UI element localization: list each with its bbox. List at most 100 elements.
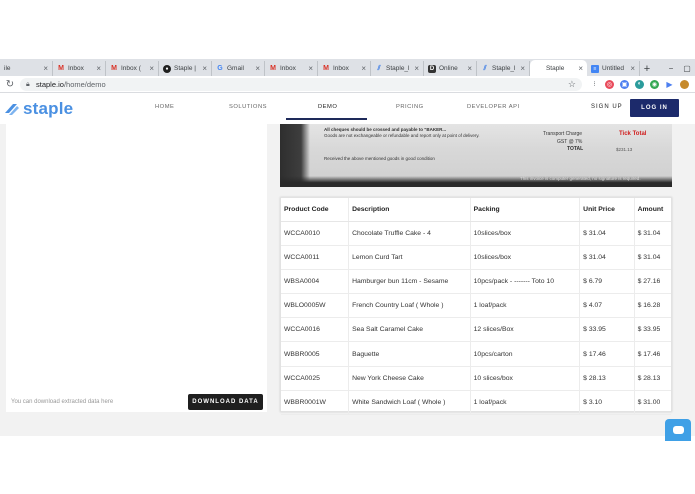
- cell-description[interactable]: White Sandwich Loaf ( Whole ): [348, 390, 471, 416]
- cell-packing[interactable]: 12 slices/Box: [470, 317, 581, 343]
- maximize-icon[interactable]: ▢: [679, 64, 695, 73]
- new-tab-button[interactable]: +: [640, 61, 654, 76]
- cell-description[interactable]: French Country Loaf ( Whole ): [348, 293, 471, 319]
- cell-description[interactable]: Chocolate Truffle Cake - 4: [348, 221, 471, 246]
- bookmark-star-icon[interactable]: ☆: [568, 79, 576, 90]
- browser-tab[interactable]: M Inbox ( ×: [106, 61, 159, 76]
- log-in-button[interactable]: LOG IN: [630, 99, 679, 117]
- cell-product-code[interactable]: WCCA0025: [281, 366, 350, 391]
- cell-unit-price[interactable]: $ 28.13: [579, 366, 635, 391]
- cell-amount[interactable]: $ 31.04: [634, 245, 671, 270]
- cell-description[interactable]: Lemon Curd Tart: [348, 245, 471, 270]
- minimize-icon[interactable]: −: [663, 64, 679, 73]
- doc-line: Goods are not exchangeable or refundable…: [324, 133, 480, 138]
- nav-solutions[interactable]: SOLUTIONS: [229, 104, 267, 110]
- cell-packing[interactable]: 10pcs/pack - ------- Toto 10: [470, 269, 581, 295]
- extension-icon[interactable]: ▣: [620, 79, 629, 89]
- close-tab-icon[interactable]: ×: [43, 64, 48, 73]
- tab-title: Inbox (: [121, 65, 141, 72]
- browser-tab[interactable]: ile ×: [0, 61, 53, 76]
- browser-tab[interactable]: ≡ Untitled ×: [587, 61, 640, 76]
- browser-tab[interactable]: ⫽ Staple_l ×: [371, 61, 424, 76]
- cell-amount[interactable]: $ 16.28: [634, 293, 671, 319]
- extension-icon[interactable]: ⁝: [590, 80, 599, 89]
- chat-widget-button[interactable]: [665, 419, 691, 441]
- browser-tab[interactable]: ⫽ Staple_l ×: [477, 61, 530, 76]
- window-controls: − ▢: [663, 61, 695, 76]
- cell-amount[interactable]: $ 31.04: [634, 221, 671, 246]
- logo-text: staple: [23, 99, 74, 118]
- browser-tab[interactable]: ● Staple | ×: [159, 61, 212, 76]
- header-product-code: Product Code: [281, 198, 350, 222]
- cell-product-code[interactable]: WCCA0011: [281, 245, 350, 270]
- cell-packing[interactable]: 10slices/box: [470, 221, 581, 246]
- cell-product-code[interactable]: WBSA0004: [281, 269, 350, 295]
- cell-unit-price[interactable]: $ 31.04: [579, 221, 635, 246]
- cell-amount[interactable]: $ 27.16: [634, 269, 671, 295]
- cell-packing[interactable]: 10pcs/carton: [470, 341, 581, 367]
- avatar[interactable]: [680, 79, 689, 89]
- extension-icon[interactable]: ◐: [635, 79, 644, 89]
- url-field[interactable]: 🔒︎ staple.io/home/demo ☆: [20, 77, 582, 91]
- cell-packing[interactable]: 1 loaf/pack: [470, 293, 581, 319]
- browser-tab[interactable]: Staple ×: [530, 60, 587, 76]
- cell-unit-price[interactable]: $ 17.46: [579, 341, 635, 367]
- cell-product-code[interactable]: WCCA0010: [281, 221, 350, 246]
- close-tab-icon[interactable]: ×: [96, 64, 101, 73]
- cell-description[interactable]: Hamburger bun 11cm - Sesame: [348, 269, 471, 295]
- nav-developer-api[interactable]: DEVELOPER API: [467, 104, 520, 110]
- nav-pricing[interactable]: PRICING: [396, 104, 424, 110]
- cell-unit-price[interactable]: $ 4.07: [579, 293, 635, 319]
- cell-product-code[interactable]: WBBR0001W: [281, 390, 350, 416]
- cell-amount[interactable]: $ 31.00: [634, 390, 671, 416]
- close-tab-icon[interactable]: ×: [308, 64, 313, 73]
- staple-logo[interactable]: staple: [3, 99, 73, 119]
- sign-up-link[interactable]: SIGN UP: [591, 104, 623, 110]
- cell-description[interactable]: Sea Salt Caramel Cake: [348, 317, 471, 343]
- close-tab-icon[interactable]: ×: [149, 64, 154, 73]
- gmail-icon: M: [111, 65, 117, 72]
- header-unit-price: Unit Price: [579, 198, 635, 222]
- close-tab-icon[interactable]: ×: [202, 64, 207, 73]
- cell-packing[interactable]: 10slices/box: [470, 245, 581, 270]
- doc-gst: GST @ 7%: [557, 139, 583, 145]
- cell-amount[interactable]: $ 17.46: [634, 341, 671, 367]
- cell-product-code[interactable]: WBBR0005: [281, 341, 350, 367]
- cell-unit-price[interactable]: $ 31.04: [579, 245, 635, 270]
- nav-home[interactable]: HOME: [155, 104, 174, 110]
- browser-tab[interactable]: M Inbox ×: [318, 61, 371, 76]
- reload-icon[interactable]: ↻: [0, 79, 20, 90]
- close-tab-icon[interactable]: ×: [361, 64, 366, 73]
- cell-product-code[interactable]: WCCA0016: [281, 317, 350, 343]
- extension-icon[interactable]: ◎: [605, 79, 614, 89]
- close-tab-icon[interactable]: ×: [630, 64, 635, 73]
- url-host: staple.io: [36, 79, 64, 89]
- page-scrollbar[interactable]: [684, 124, 693, 436]
- close-tab-icon[interactable]: ×: [414, 64, 419, 73]
- cell-product-code[interactable]: WBLO0005W: [281, 293, 350, 319]
- cell-amount[interactable]: $ 33.95: [634, 317, 671, 343]
- nav-demo[interactable]: DEMO: [318, 104, 337, 110]
- google-icon: G: [217, 65, 223, 72]
- extension-icon[interactable]: ◉: [650, 79, 659, 89]
- close-tab-icon[interactable]: ×: [520, 64, 525, 73]
- cell-unit-price[interactable]: $ 3.10: [579, 390, 635, 416]
- cell-description[interactable]: New York Cheese Cake: [348, 366, 471, 391]
- download-data-button[interactable]: DOWNLOAD DATA: [188, 394, 263, 410]
- close-tab-icon[interactable]: ×: [578, 64, 583, 73]
- cell-packing[interactable]: 1 loaf/pack: [470, 390, 581, 416]
- tab-title: ile: [4, 65, 11, 72]
- browser-tab[interactable]: M Inbox ×: [265, 61, 318, 76]
- tab-title: Inbox: [333, 65, 349, 72]
- browser-tab[interactable]: G Gmail ×: [212, 61, 265, 76]
- cell-unit-price[interactable]: $ 33.95: [579, 317, 635, 343]
- browser-tab[interactable]: M Inbox ×: [53, 61, 106, 76]
- cell-packing[interactable]: 10 slices/box: [470, 366, 581, 391]
- browser-tab[interactable]: D Online ×: [424, 61, 477, 76]
- cell-amount[interactable]: $ 28.13: [634, 366, 671, 391]
- cell-description[interactable]: Baguette: [348, 341, 471, 367]
- cell-unit-price[interactable]: $ 6.79: [579, 269, 635, 295]
- close-tab-icon[interactable]: ×: [467, 64, 472, 73]
- extension-icon[interactable]: ▶: [665, 80, 674, 89]
- close-tab-icon[interactable]: ×: [255, 64, 260, 73]
